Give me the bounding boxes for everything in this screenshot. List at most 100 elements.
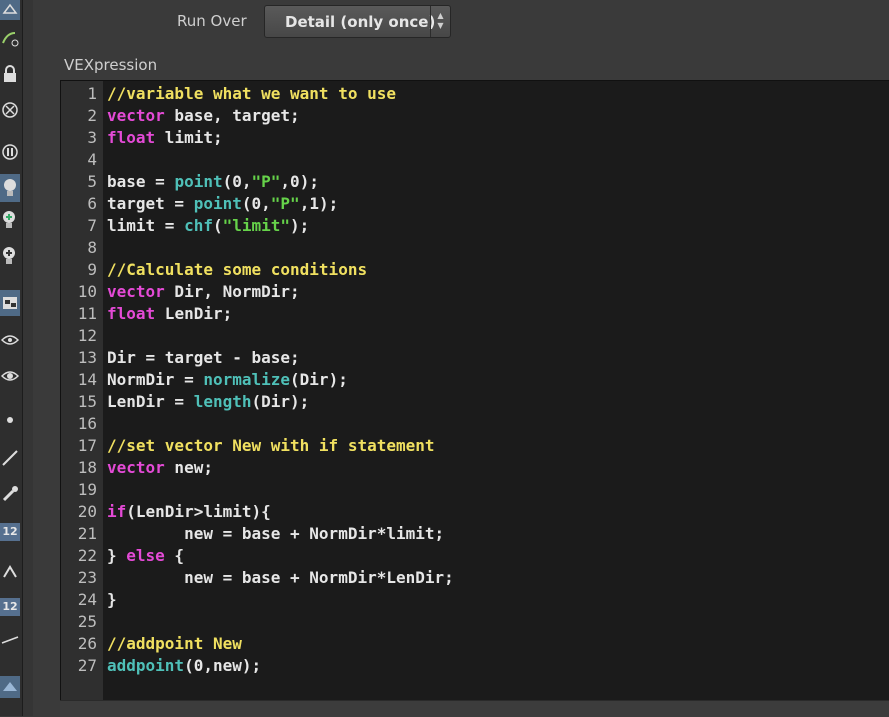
line-number: 1 [87,84,97,103]
eye-alt-icon[interactable] [0,366,20,386]
edge-tool-icon[interactable] [0,562,20,582]
brush-icon[interactable] [0,484,20,504]
code-line[interactable]: 18 vector new; [61,457,889,479]
code-line[interactable]: 7 limit = chf("limit"); [61,215,889,237]
code-line[interactable]: 15 LenDir = length(Dir); [61,391,889,413]
code-line[interactable]: 19 [61,479,889,501]
eye-icon[interactable] [0,330,20,350]
line-number: 2 [87,106,97,125]
line-number: 26 [77,634,97,653]
code-text: NormDir = normalize(Dir); [107,369,348,391]
add-light-icon[interactable] [0,210,20,230]
code-line[interactable]: 8 [61,237,889,259]
code-token: (0, [241,194,271,213]
lock-icon[interactable] [0,64,20,84]
code-line[interactable]: 4 [61,149,889,171]
code-line[interactable]: 14 NormDir = normalize(Dir); [61,369,889,391]
code-lines: 1 //variable what we want to use 2 vector b… [61,83,889,677]
line-number: 18 [77,458,97,477]
code-line[interactable]: 5 base = point(0,"P",0); [61,171,889,193]
code-text: LenDir = length(Dir); [107,391,309,413]
code-line[interactable]: 17 //set vector New with if statement [61,435,889,457]
line-number: 6 [87,194,97,213]
code-token: if [107,502,127,521]
line-number: 23 [77,568,97,587]
code-line[interactable]: 26 //addpoint New [61,633,889,655]
code-token: normalize [203,370,291,389]
code-token: (Dir); [251,392,310,411]
code-editor[interactable]: 1 //variable what we want to use 2 vector b… [60,80,889,701]
run-over-dropdown[interactable]: Detail (only once) ▲ ▼ [264,5,451,38]
code-token: vector [107,458,165,477]
code-line[interactable]: 24} [61,589,889,611]
line-number: 13 [77,348,97,367]
code-token: "P" [251,172,281,191]
editor-bottom-bar [60,700,889,717]
code-line[interactable]: 16 [61,413,889,435]
line-number: 3 [87,128,97,147]
run-over-label: Run Over [177,12,247,30]
light-bulb-icon[interactable] [0,174,20,202]
code-line[interactable]: 21 new = base + NormDir*limit; [61,523,889,545]
plane-icon[interactable] [0,676,20,698]
code-text: Dir = target - base; [107,347,300,369]
code-line[interactable]: 11 float LenDir; [61,303,889,325]
code-line[interactable]: 1 //variable what we want to use [61,83,889,105]
code-token: new; [164,458,213,477]
line-number: 25 [77,612,97,631]
code-text: new = base + NormDir*limit; [107,523,444,545]
code-line[interactable]: 13 Dir = target - base; [61,347,889,369]
code-token: vector [107,106,165,125]
badge-count: 12 [0,598,20,616]
code-text: addpoint(0,new); [107,655,261,677]
code-text: //set vector New with if statement [107,435,435,457]
code-line[interactable]: 6 target = point(0,"P",1); [61,193,889,215]
code-line[interactable]: 10 vector Dir, NormDir; [61,281,889,303]
code-token: limit = [107,216,185,235]
line-number: 12 [77,326,97,345]
code-line[interactable]: 22} else { [61,545,889,567]
code-text: //variable what we want to use [107,83,396,105]
code-token: "P" [270,194,300,213]
code-token: ,0); [280,172,319,191]
code-token: //addpoint New [107,634,242,653]
code-text: float limit; [107,127,223,149]
line-number: 5 [87,172,97,191]
geometry-node-icon[interactable] [0,0,20,20]
code-line[interactable]: 3 float limit; [61,127,889,149]
code-line[interactable]: 12 [61,325,889,347]
render-icon[interactable] [0,290,20,316]
code-token: (0, [222,172,252,191]
code-text: new = base + NormDir*LenDir; [107,567,454,589]
updown-arrows-icon: ▲ ▼ [430,6,450,37]
code-token: vector [107,282,165,301]
code-token: //variable what we want to use [107,84,396,103]
line-number: 4 [87,150,97,169]
left-toolbar: 12 12 [0,0,23,716]
code-line[interactable]: 9 //Calculate some conditions [61,259,889,281]
code-token: ,1); [299,194,339,213]
code-token: LenDir; [155,304,233,323]
code-line[interactable]: 25 [61,611,889,633]
point-icon[interactable] [0,410,20,430]
code-token: //set vector New with if statement [107,436,435,455]
line-number: 15 [77,392,97,411]
code-line[interactable]: 20 if(LenDir>limit){ [61,501,889,523]
bypass-icon[interactable] [0,100,20,120]
code-line[interactable]: 27 addpoint(0,new); [61,655,889,677]
line-number: 22 [77,546,97,565]
bend-icon[interactable] [0,28,20,48]
line-tool-icon[interactable] [0,448,20,468]
code-line[interactable]: 23 new = base + NormDir*LenDir; [61,567,889,589]
line-number: 14 [77,370,97,389]
vexpression-label: VEXpression [64,56,158,74]
template-icon[interactable] [0,142,20,162]
add-light-alt-icon[interactable] [0,246,20,266]
code-token: Dir = target - base; [107,348,300,367]
code-line[interactable]: 2 vector base, target; [61,105,889,127]
line-tool-icon[interactable] [0,630,20,650]
line-number: 19 [77,480,97,499]
code-token: new = base + NormDir*LenDir; [107,568,454,587]
code-text: if(LenDir>limit){ [107,501,271,523]
code-token: (0,new); [184,656,262,675]
